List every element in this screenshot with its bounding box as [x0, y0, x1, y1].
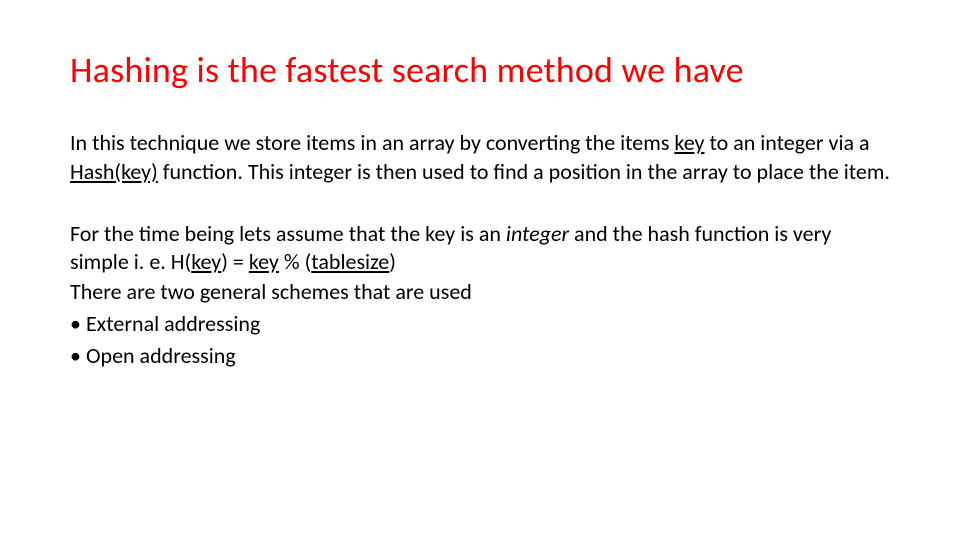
bullet-list: External addressing Open addressing	[70, 308, 890, 372]
list-item: External addressing	[70, 308, 890, 340]
text: In this technique we store items in an a…	[70, 129, 674, 156]
text: )	[389, 248, 396, 275]
text: ) =	[221, 248, 249, 275]
term-tablesize: tablesize	[311, 248, 389, 275]
term-key: key	[191, 248, 221, 275]
slide-title: Hashing is the fastest search method we …	[70, 50, 890, 91]
term-key: key	[674, 129, 704, 156]
text: For the time being lets assume that the …	[70, 220, 506, 247]
schemes-intro: There are two general schemes that are u…	[70, 276, 890, 308]
text: % (	[279, 248, 311, 275]
slide: Hashing is the fastest search method we …	[0, 0, 960, 540]
list-item: Open addressing	[70, 340, 890, 372]
text: function. This integer is then used to f…	[158, 158, 890, 185]
slide-body: In this technique we store items in an a…	[70, 129, 890, 371]
term-hash-func: Hash(key)	[70, 158, 158, 185]
paragraph-assumption: For the time being lets assume that the …	[70, 220, 890, 276]
term-integer: integer	[506, 220, 569, 247]
paragraph-intro: In this technique we store items in an a…	[70, 129, 890, 185]
text: to an integer via a	[704, 129, 869, 156]
term-key: key	[249, 248, 279, 275]
